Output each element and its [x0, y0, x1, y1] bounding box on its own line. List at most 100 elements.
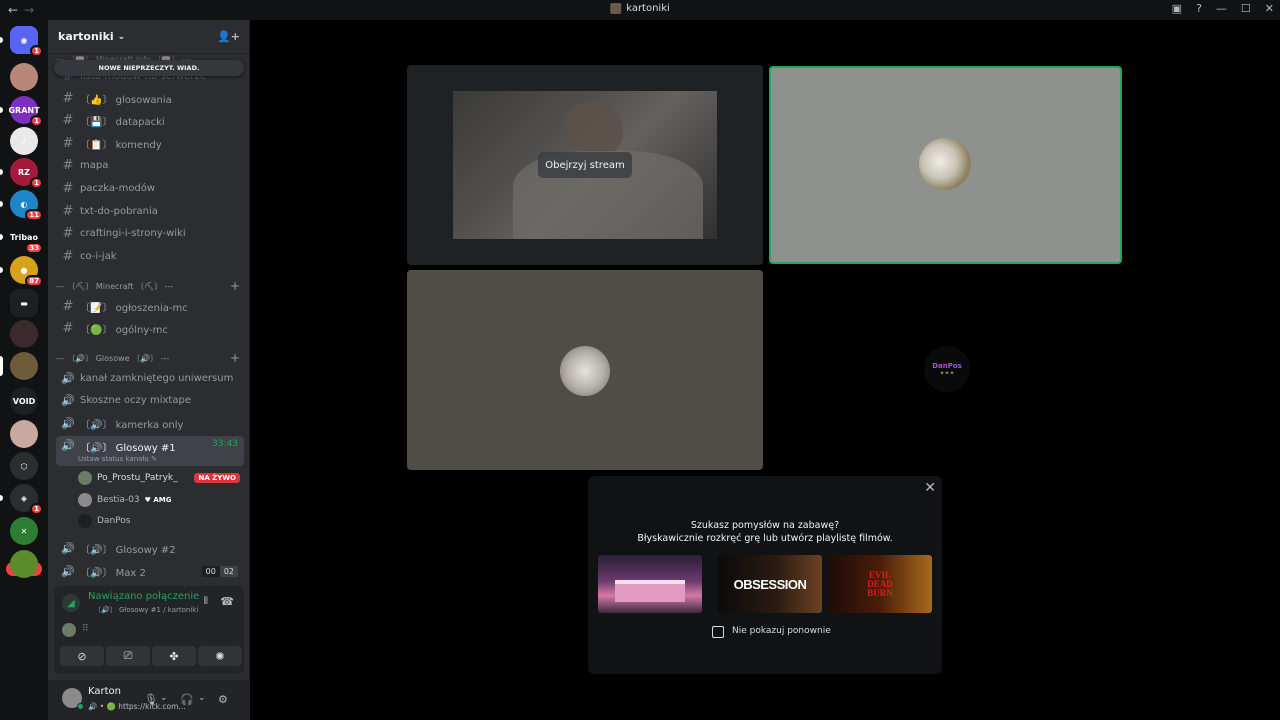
activities-button[interactable]: ✤ [152, 646, 196, 666]
text-channel[interactable]: # 〔👍〕 glosowania [56, 88, 244, 108]
category-voice[interactable]: --- 〔🔊〕 Glosowe 〔🔊〕 --- + [56, 350, 244, 366]
activities-icon: ✤ [169, 649, 179, 663]
category-minecraft[interactable]: --- 〔⛏〕 Minecraft 〔⛏〕 --- + [56, 278, 244, 294]
text-channel[interactable]: # 〔🟢〕 ogólny-mc [56, 319, 244, 339]
voice-channel[interactable]: 🔊 〔🔊〕 kamerka only [56, 413, 244, 433]
server-blue-icon[interactable]: ◐ 11 [10, 190, 43, 221]
stream-tile[interactable]: Obejrzyj stream [407, 65, 763, 265]
activity-poster-store[interactable] [598, 555, 702, 613]
voice-channel-max2[interactable]: 🔊 〔🔊〕 Max 2 00 02 [56, 561, 244, 581]
text-channel[interactable]: # 〔📋〕 komendy [56, 133, 244, 153]
mention-badge: 87 [25, 275, 43, 287]
channel-status-hint[interactable]: Ustaw status kanału ✎ [78, 455, 157, 463]
voice-channel[interactable]: 🔊 Skoszne oczy mixtape [56, 391, 244, 411]
disconnect-icon[interactable]: ☎ [220, 595, 234, 608]
connection-channel[interactable]: 〔🔊〕 Głosowy #1 / kartoniki [94, 605, 198, 615]
voice-member[interactable]: Bestia-03 ♥ AMG [78, 491, 244, 509]
server-tools-icon[interactable]: ✕ [10, 517, 38, 545]
microphone-icon[interactable]: 🎙 [144, 693, 158, 706]
back-arrow-icon[interactable]: ← [8, 3, 18, 17]
server-dark-icon[interactable] [10, 320, 38, 348]
server-kartoniki-icon[interactable] [10, 352, 38, 380]
member-icon[interactable]: ⠿ [82, 624, 89, 634]
text-channel[interactable]: # txt-do-pobrania [56, 201, 244, 221]
server-cube-icon[interactable]: ⬡ [10, 452, 38, 480]
chevron-down-icon[interactable]: ⌄ [160, 693, 168, 703]
maximize-icon[interactable]: ☐ [1241, 2, 1251, 15]
connection-status[interactable]: Nawiązano połączenie [88, 591, 199, 602]
server-void-icon[interactable]: VOID [10, 387, 38, 415]
poster-art [615, 580, 685, 602]
add-channel-icon[interactable]: + [230, 351, 240, 365]
headphones-icon[interactable]: 🎧 [180, 693, 194, 706]
unread-pill [0, 234, 3, 240]
unread-messages-pill[interactable]: NOWE NIEPRZECZYT. WIAD. [54, 60, 244, 76]
channel-name: 〔👍〕 glosowania [80, 94, 172, 106]
server-minecraft-icon[interactable] [10, 550, 38, 578]
title-bar: ← → kartoniki ▣ ? — ☐ ✕ [0, 0, 1280, 20]
server-rzt-icon[interactable]: RZ 1 [10, 158, 43, 189]
minimize-icon[interactable]: — [1216, 2, 1227, 15]
dont-show-again-label[interactable]: Nie pokazuj ponownie [732, 626, 831, 636]
participant-tile-speaking[interactable] [769, 66, 1122, 264]
channel-name: 〔📋〕 komendy [80, 139, 162, 151]
activity-poster-evil-dead[interactable]: EVIL DEAD BURN [828, 555, 932, 613]
hash-icon: # [62, 180, 74, 196]
voice-channel-2[interactable]: 🔊 〔🔊〕 Glosowy #2 [56, 538, 244, 558]
watch-stream-button[interactable]: Obejrzyj stream [538, 152, 632, 178]
hash-icon: # [62, 203, 74, 219]
channel-name: kanał zamkniętego uniwersum [80, 372, 234, 384]
noise-suppression-icon[interactable]: ⦀ [204, 596, 208, 607]
participant-tile-danpos[interactable]: DanPos ✦✦✦ [769, 270, 1125, 470]
server-icon-label: Tribao [10, 232, 38, 242]
folder-icon[interactable]: ▬ [10, 289, 38, 317]
speaker-icon: 🔊 [61, 394, 75, 408]
text-channel[interactable]: # paczka-modów [56, 178, 244, 198]
activity-poster-obsession[interactable]: OBSESSION [718, 555, 822, 613]
inbox-icon[interactable]: ▣ [1172, 2, 1182, 15]
server-discord2-icon[interactable]: ◈ 1 [10, 484, 43, 515]
call-timer: 33:43 [212, 439, 238, 449]
card-heading: Szukasz pomysłów na zabawę? [690, 520, 840, 531]
voice-member[interactable]: DanPos [78, 512, 244, 530]
server-yellow-icon[interactable]: ● 87 [10, 256, 43, 287]
close-window-icon[interactable]: ✕ [1265, 2, 1274, 15]
voice-member[interactable]: Po_Prostu_Patryk_ NA ŻYWO [78, 469, 244, 487]
soundboard-button[interactable]: ✺ [198, 646, 242, 666]
dont-show-again-checkbox[interactable] [712, 626, 724, 638]
participant-tile[interactable] [407, 270, 763, 470]
close-icon[interactable]: ✕ [924, 480, 936, 496]
mention-badge: 1 [30, 115, 43, 127]
history-nav: ← → [8, 3, 34, 17]
chevron-down-icon[interactable]: ⌄ [198, 693, 206, 703]
text-channel[interactable]: # co-i-jak [56, 246, 244, 266]
server-grant-icon[interactable]: GRANT 1 [8, 96, 43, 127]
avatar [919, 138, 971, 190]
live-badge: NA ŻYWO [194, 473, 240, 483]
gear-icon[interactable]: ⚙ [218, 693, 228, 706]
help-icon[interactable]: ? [1196, 2, 1202, 15]
text-channel[interactable]: # 〔📝〕 ogłoszenia-mc [56, 296, 244, 316]
speaker-icon: 🔊 [61, 439, 75, 452]
text-channel[interactable]: # 〔💾〕 datapacki [56, 111, 244, 131]
add-channel-icon[interactable]: + [230, 279, 240, 293]
signal-icon[interactable]: ◢ [62, 594, 80, 612]
server-header[interactable]: kartoniki ⌄ 👤+ [48, 20, 250, 54]
text-channel[interactable]: # mapa [56, 156, 244, 176]
avatar [78, 471, 92, 485]
server-avatar-icon[interactable] [10, 63, 38, 91]
server-face-icon[interactable] [10, 420, 38, 448]
add-member-icon[interactable]: 👤+ [217, 30, 240, 43]
camera-toggle-button[interactable]: ⊘ [60, 646, 104, 666]
voice-channel[interactable]: 🔊 kanał zamkniętego uniwersum [56, 368, 244, 388]
server-tribao-icon[interactable]: Tribao 33 [10, 223, 43, 254]
forward-arrow-icon[interactable]: → [24, 3, 34, 17]
text-channel[interactable]: # craftingi-i-strony-wiki [56, 224, 244, 244]
unread-pill [0, 37, 3, 43]
server-bp-icon[interactable]: ♪ [10, 127, 38, 155]
screen-share-button[interactable]: ⎚ [106, 646, 150, 666]
avatar[interactable] [62, 623, 76, 637]
speaker-icon: 🔊 [61, 416, 75, 430]
username[interactable]: Karton [88, 686, 121, 697]
discord-home-icon[interactable]: ◉ 1 [10, 26, 43, 57]
